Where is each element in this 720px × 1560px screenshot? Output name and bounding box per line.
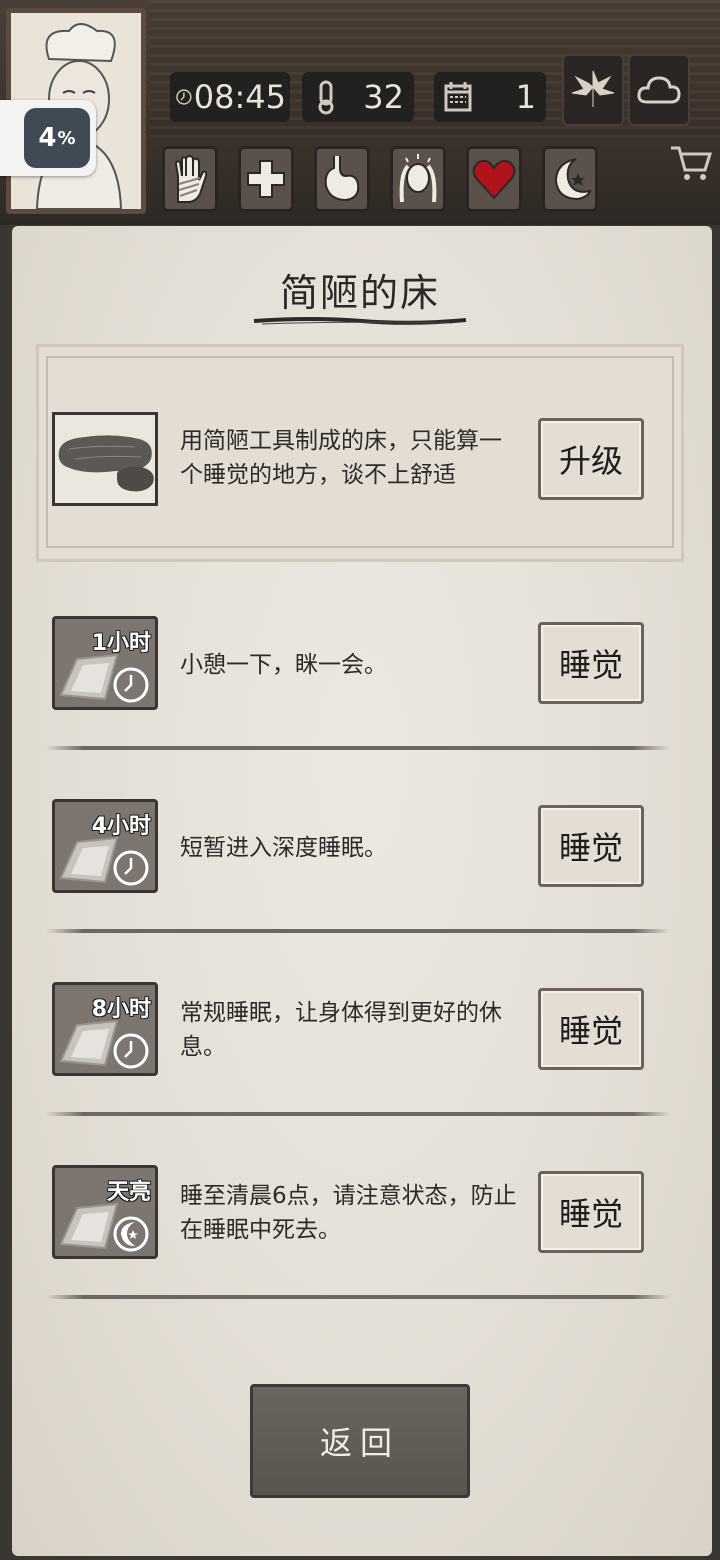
battery-percent-unit: % xyxy=(57,127,76,149)
hand-bandage-icon xyxy=(174,155,208,203)
time-value: 08:45 xyxy=(193,78,286,116)
status-hunger-button[interactable] xyxy=(314,146,370,212)
leaf-icon xyxy=(571,70,615,107)
sleep-8h-button[interactable]: 睡觉 xyxy=(538,988,644,1070)
title-underline xyxy=(253,317,467,325)
panel-title: 简陋的床 xyxy=(279,271,440,315)
calendar-icon xyxy=(444,82,472,112)
sleep-1h-badge: 1小时 xyxy=(91,631,151,656)
status-sleep-button[interactable] xyxy=(542,146,598,212)
sleep-8h-icon: 8小时 xyxy=(52,982,158,1076)
sleep-8h-description: 常规睡眠，让身体得到更好的休息。 xyxy=(180,1000,502,1060)
day-value: 1 xyxy=(515,78,536,116)
battery-percent: 4% xyxy=(24,108,90,168)
thermometer-icon xyxy=(318,80,334,115)
back-button[interactable]: 返回 xyxy=(250,1384,470,1498)
cloud-icon xyxy=(637,76,681,104)
sleep-4h-badge: 4小时 xyxy=(91,814,151,839)
shop-cart-button[interactable] xyxy=(666,138,716,188)
battery-badge: 4% xyxy=(0,100,96,176)
sleep-1h-button[interactable]: 睡觉 xyxy=(538,622,644,704)
bed-thumbnail xyxy=(52,412,158,506)
cart-icon xyxy=(671,146,713,180)
divider xyxy=(46,929,670,933)
sleep-4h-icon: 4小时 xyxy=(52,799,158,893)
plus-icon xyxy=(247,160,285,198)
heart-icon xyxy=(472,159,516,200)
stomach-icon xyxy=(324,156,360,202)
clock-icon xyxy=(176,89,192,105)
sleep-1h-description: 小憩一下，眯一会。 xyxy=(180,652,387,678)
sleep-dawn-icon: 天亮 xyxy=(52,1165,158,1259)
sleep-4h-description: 短暂进入深度睡眠。 xyxy=(180,835,387,861)
sleep-dawn-description: 睡至清晨6点，请注意状态，防止在睡眠中死去。 xyxy=(180,1183,517,1243)
sleep-dawn-badge: 天亮 xyxy=(106,1180,151,1205)
divider xyxy=(46,746,670,750)
status-health-button[interactable] xyxy=(238,146,294,212)
sleep-8h-badge: 8小时 xyxy=(91,997,151,1022)
status-heart-button[interactable] xyxy=(466,146,522,212)
status-mind-button[interactable] xyxy=(390,146,446,212)
sleep-4h-button[interactable]: 睡觉 xyxy=(538,805,644,887)
bed-description: 用简陋工具制成的床，只能算一个睡觉的地方，谈不上舒适 xyxy=(180,428,502,488)
weather-leaf-button[interactable] xyxy=(562,54,624,126)
sleep-dawn-button[interactable]: 睡觉 xyxy=(538,1171,644,1253)
temperature-display: 32 xyxy=(302,72,414,122)
sleep-1h-icon: 1小时 xyxy=(52,616,158,710)
divider xyxy=(46,1295,670,1299)
weather-cloud-button[interactable] xyxy=(628,54,690,126)
upgrade-button[interactable]: 升级 xyxy=(538,418,644,500)
day-display: 1 xyxy=(434,72,546,122)
divider xyxy=(46,1112,670,1116)
battery-percent-value: 4 xyxy=(38,123,57,153)
temperature-value: 32 xyxy=(363,78,404,116)
time-display: 08:45 xyxy=(170,72,290,122)
moon-icon xyxy=(554,158,592,201)
status-hand-button[interactable] xyxy=(162,146,218,212)
head-icon xyxy=(399,154,437,203)
bed-straw-icon xyxy=(58,435,154,492)
